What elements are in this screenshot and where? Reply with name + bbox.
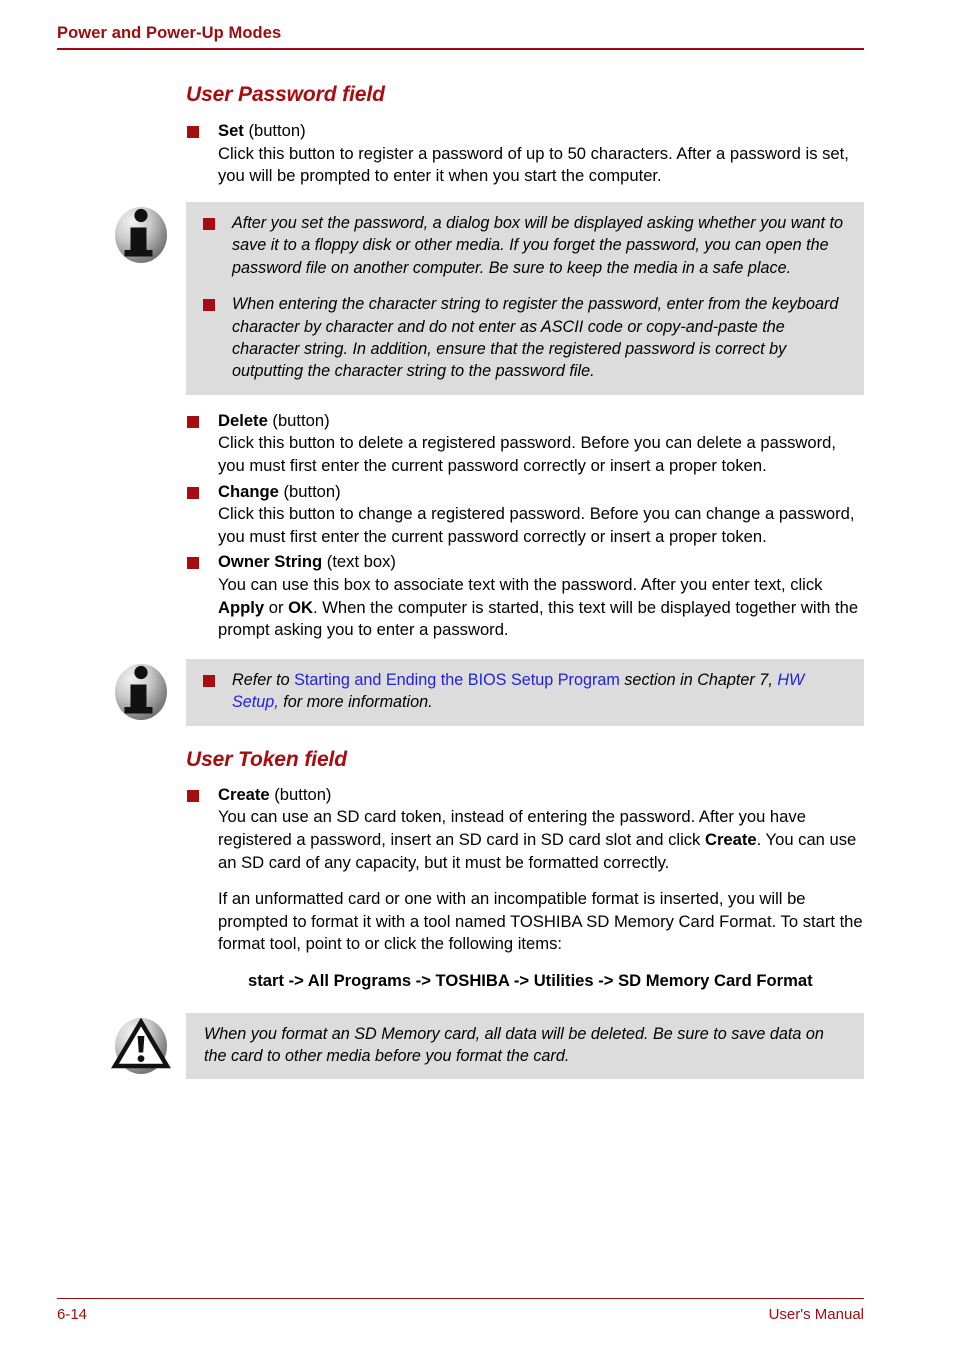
page-footer: 6-14 User's Manual — [57, 1298, 864, 1323]
bullet-square-icon — [187, 789, 199, 802]
list-item-title-suffix: (button) — [243, 121, 306, 141]
note-callout-2-box: Refer to Starting and Ending the BIOS Se… — [186, 658, 864, 726]
bullet-square-icon — [203, 299, 215, 312]
content-column: User Password field Set (button) Click t… — [111, 82, 864, 1080]
document-page: Power and Power-Up Modes User Password f… — [0, 0, 954, 1352]
list-item-body: Click this button to delete a registered… — [218, 433, 837, 475]
list-item-owner-string: Owner String (text box) You can use this… — [186, 551, 864, 641]
note-bullet: Refer to Starting and Ending the BIOS Se… — [200, 669, 850, 714]
bullet-square-icon — [187, 486, 199, 499]
list-item-title: Create — [218, 784, 270, 804]
warning-icon — [110, 1015, 172, 1077]
note-bullet: When entering the character string to re… — [200, 293, 850, 383]
warning-callout: When you format an SD Memory card, all d… — [111, 1012, 864, 1080]
menu-path: start -> All Programs -> TOSHIBA -> Util… — [248, 970, 813, 990]
list-item-title: Delete — [218, 410, 268, 430]
note-text-2: section in Chapter 7, — [619, 670, 778, 689]
page-header-title: Power and Power-Up Modes — [57, 24, 282, 42]
footer-page-number: 6-14 — [57, 1306, 88, 1323]
list-item-title-suffix: (button) — [278, 481, 341, 501]
list-item-title: Owner String — [218, 552, 323, 572]
owner-string-emphasis-ok: OK — [288, 597, 313, 617]
create-emphasis: Create — [704, 829, 757, 849]
owner-string-text-3: . When the computer is started, this tex… — [218, 597, 859, 640]
list-item-body: You can use an SD card token, instead of… — [218, 806, 864, 874]
note-callout-1-box: After you set the password, a dialog box… — [186, 201, 864, 395]
warning-callout-box: When you format an SD Memory card, all d… — [186, 1012, 864, 1080]
paragraph-format-tool: If an unformatted card or one with an in… — [186, 888, 864, 956]
list-item-title: Set — [218, 121, 244, 141]
list-item-delete: Delete (button) Click this button to del… — [186, 410, 864, 478]
owner-string-text-2: or — [264, 597, 289, 617]
footer-manual-label: User's Manual — [768, 1306, 864, 1323]
list-item-body: Click this button to register a password… — [218, 143, 849, 186]
list-item-title-suffix: (button) — [269, 784, 332, 804]
bullet-square-icon — [203, 674, 215, 687]
note-callout-1: After you set the password, a dialog box… — [115, 201, 864, 395]
list-item-title: Change — [218, 481, 279, 501]
list-item-body: You can use this box to associate text w… — [218, 574, 864, 642]
note-text-3: for more information. — [278, 693, 433, 712]
list-item-change: Change (button) Click this button to cha… — [186, 481, 864, 549]
bullet-square-icon — [203, 217, 215, 230]
bullet-square-icon — [187, 126, 199, 139]
note-bullet-text: When entering the character string to re… — [232, 295, 839, 381]
page-header: Power and Power-Up Modes — [57, 24, 864, 50]
list-item-title-suffix: (button) — [267, 410, 330, 430]
note-bullet: After you set the password, a dialog box… — [200, 212, 850, 279]
info-icon — [110, 661, 172, 723]
paragraph-text: If an unformatted card or one with an in… — [218, 889, 863, 954]
section-heading-user-token-field: User Token field — [186, 747, 347, 771]
link-bios-setup-program[interactable]: Starting and Ending the BIOS Setup Progr… — [294, 671, 620, 689]
note-text-1: Refer to — [232, 670, 295, 689]
page-footer-rule — [57, 1298, 864, 1299]
section-heading-user-password-field: User Password field — [186, 83, 385, 106]
list-item-body: Click this button to change a registered… — [218, 504, 855, 546]
owner-string-text-1: You can use this box to associate text w… — [218, 574, 823, 594]
page-header-rule — [57, 47, 864, 50]
list-item-set: Set (button) Click this button to regist… — [186, 120, 864, 188]
list-item-create: Create (button) You can use an SD card t… — [186, 784, 864, 874]
list-item-title-suffix: (text box) — [322, 552, 396, 572]
owner-string-emphasis-apply: Apply — [218, 597, 265, 617]
bullet-square-icon — [187, 557, 199, 570]
info-icon — [110, 204, 172, 266]
note-callout-2: Refer to Starting and Ending the BIOS Se… — [115, 658, 864, 726]
warning-text: When you format an SD Memory card, all d… — [204, 1024, 824, 1065]
bullet-square-icon — [187, 415, 199, 428]
note-bullet-text: After you set the password, a dialog box… — [232, 213, 843, 277]
